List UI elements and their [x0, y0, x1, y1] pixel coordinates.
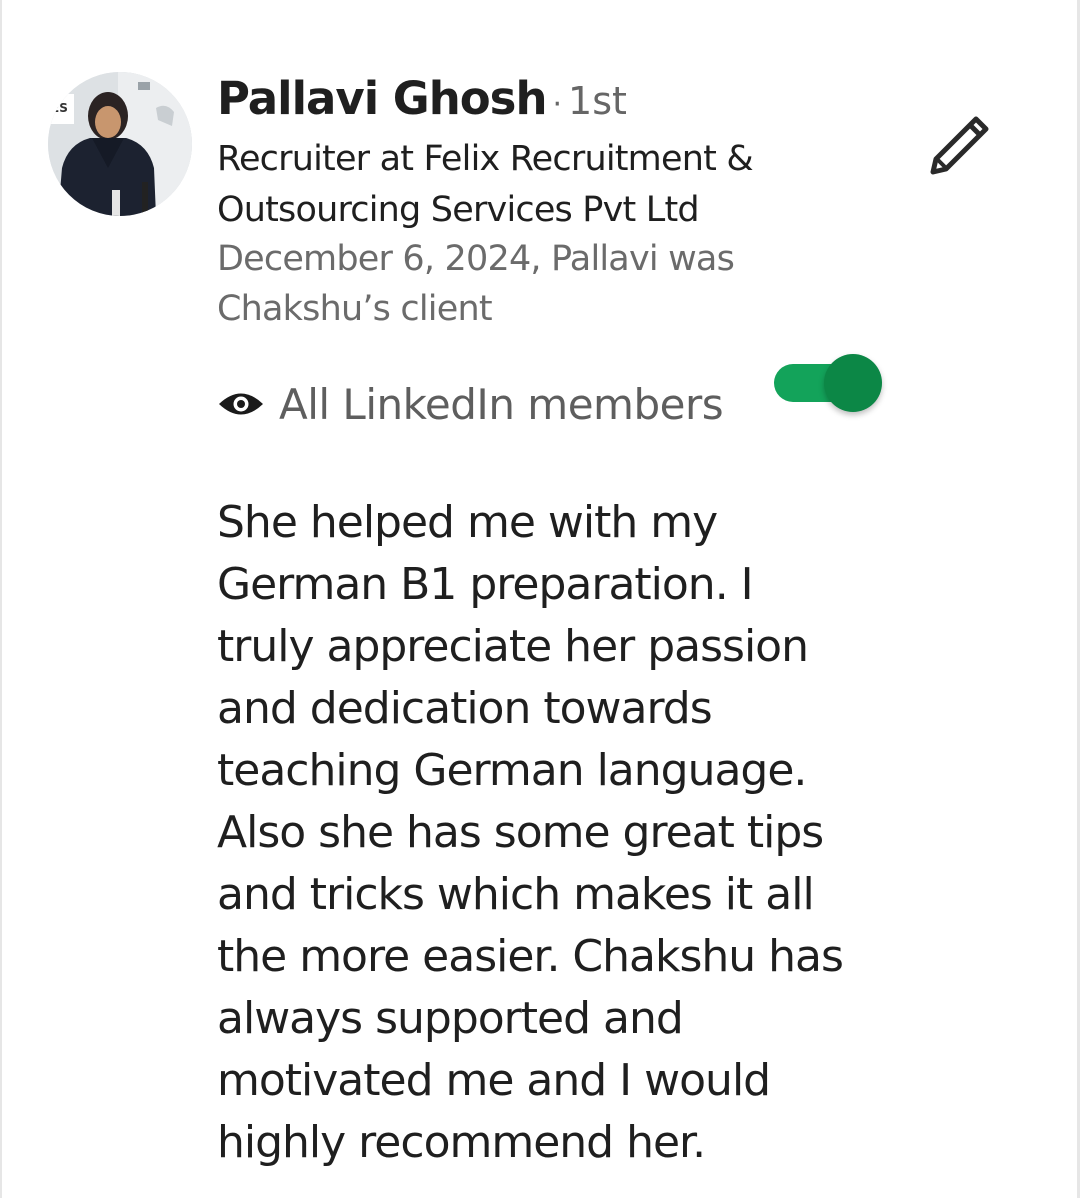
- pencil-icon: [930, 116, 989, 175]
- visibility-label: All LinkedIn members: [279, 379, 724, 429]
- left-border: [0, 0, 2, 1198]
- eye-icon: [217, 389, 265, 419]
- svg-text:ES: ES: [51, 101, 68, 115]
- toggle-knob: [824, 354, 882, 412]
- recommender-name[interactable]: Pallavi Ghosh: [217, 72, 547, 125]
- visibility-row: All LinkedIn members: [217, 376, 724, 432]
- connection-degree: 1st: [568, 79, 627, 123]
- avatar[interactable]: ES: [48, 72, 192, 216]
- name-row: Pallavi Ghosh · 1st: [217, 72, 627, 134]
- profile-photo-icon: ES: [48, 72, 192, 216]
- edit-button[interactable]: [925, 110, 995, 180]
- visibility-toggle[interactable]: [772, 352, 884, 416]
- recommender-headline: Recruiter at Felix Recruitment & Outsour…: [217, 139, 754, 230]
- recommendation-text: She helped me with my German B1 preparat…: [217, 497, 844, 1168]
- separator-dot: ·: [552, 87, 563, 122]
- relationship-meta: December 6, 2024, Pallavi was Chakshu’s …: [217, 239, 735, 329]
